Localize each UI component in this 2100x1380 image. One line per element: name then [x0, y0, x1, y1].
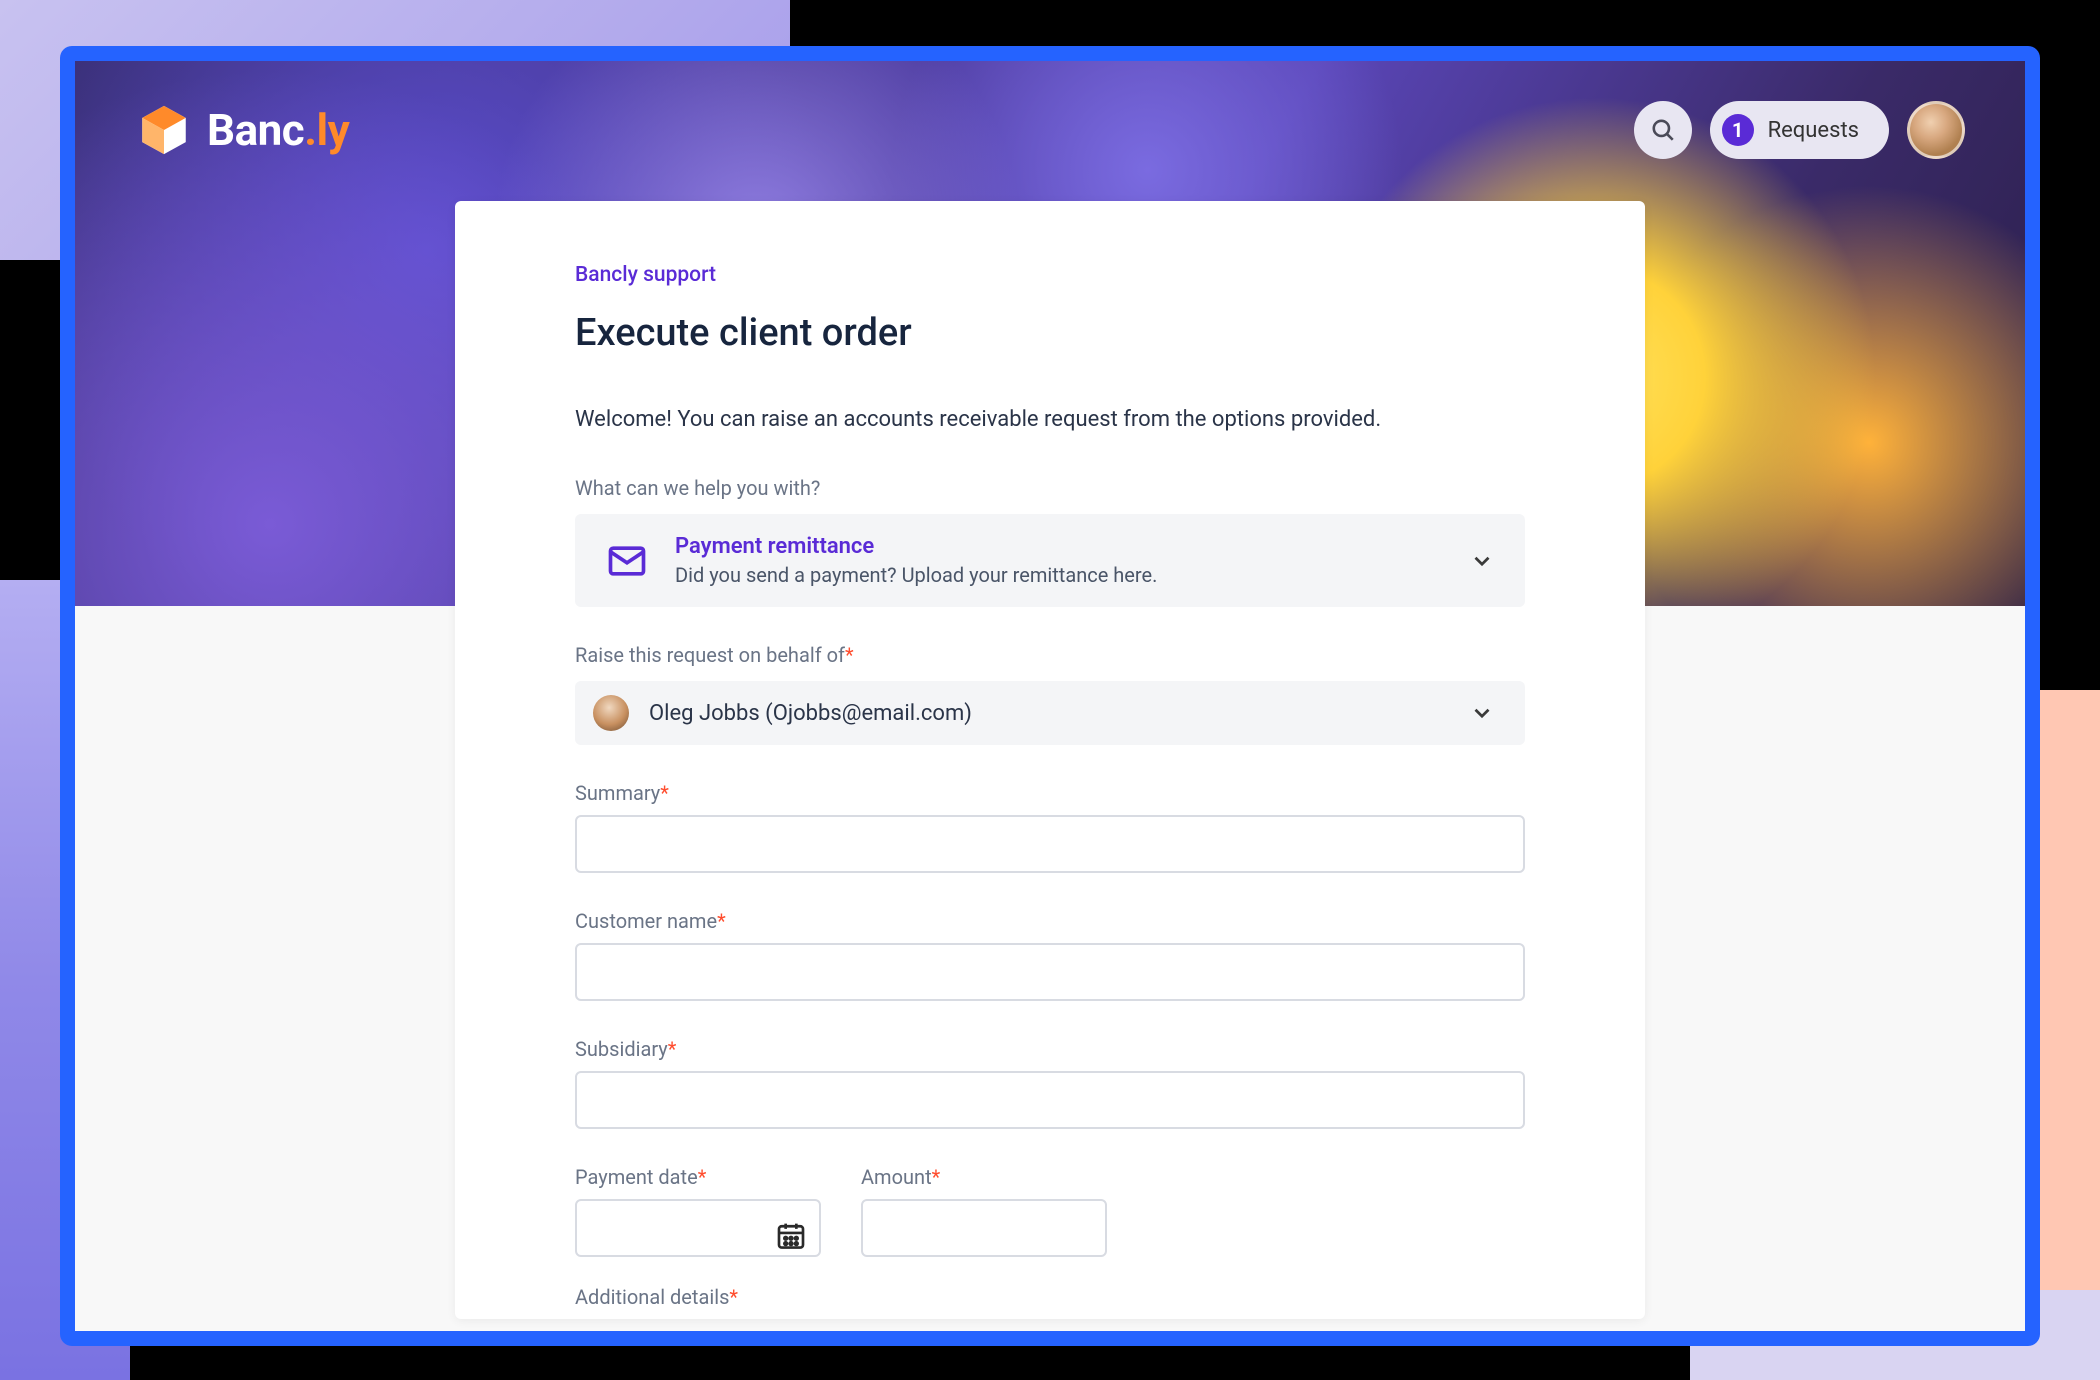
summary-input[interactable]	[575, 815, 1525, 873]
behalf-user-avatar	[593, 695, 629, 731]
subsidiary-input[interactable]	[575, 1071, 1525, 1129]
behalf-label: Raise this request on behalf of*	[575, 643, 1525, 667]
customer-name-label: Customer name*	[575, 909, 1525, 933]
form-card: Bancly support Execute client order Welc…	[455, 201, 1645, 1319]
requests-count-badge: 1	[1722, 114, 1754, 146]
additional-details-label: Additional details*	[575, 1285, 1525, 1309]
request-type-select[interactable]: Payment remittance Did you send a paymen…	[575, 514, 1525, 607]
search-icon	[1650, 117, 1676, 143]
page-title: Execute client order	[575, 311, 1525, 355]
subsidiary-label: Subsidiary*	[575, 1037, 1525, 1061]
help-with-label: What can we help you with?	[575, 476, 1525, 500]
brand[interactable]: Banc.ly	[135, 101, 349, 159]
payment-date-input[interactable]	[575, 1199, 821, 1257]
customer-name-input[interactable]	[575, 943, 1525, 1001]
mail-icon	[605, 539, 649, 583]
requests-button[interactable]: 1 Requests	[1710, 101, 1889, 159]
requests-label: Requests	[1768, 118, 1859, 143]
chevron-down-icon	[1469, 700, 1495, 726]
chevron-down-icon	[1469, 548, 1495, 574]
request-type-title: Payment remittance	[675, 534, 1443, 559]
payment-date-label: Payment date*	[575, 1165, 821, 1189]
amount-label: Amount*	[861, 1165, 1107, 1189]
brand-name: Banc.ly	[207, 104, 349, 156]
welcome-text: Welcome! You can raise an accounts recei…	[575, 403, 1525, 436]
header: Banc.ly 1 Requests	[135, 101, 1965, 159]
brand-logo-icon	[135, 101, 193, 159]
breadcrumb-link[interactable]: Bancly support	[575, 263, 1525, 287]
summary-label: Summary*	[575, 781, 1525, 805]
search-button[interactable]	[1634, 101, 1692, 159]
app-window: Banc.ly 1 Requests Bancly support Execut…	[60, 46, 2040, 1346]
user-avatar[interactable]	[1907, 101, 1965, 159]
amount-input[interactable]	[861, 1199, 1107, 1257]
header-right: 1 Requests	[1634, 101, 1965, 159]
behalf-user-name: Oleg Jobbs (Ojobbs@email.com)	[649, 701, 1449, 726]
behalf-user-select[interactable]: Oleg Jobbs (Ojobbs@email.com)	[575, 681, 1525, 745]
request-type-desc: Did you send a payment? Upload your remi…	[675, 563, 1443, 587]
request-type-text: Payment remittance Did you send a paymen…	[675, 534, 1443, 587]
date-amount-row: Payment date* Amount*	[575, 1157, 1525, 1285]
